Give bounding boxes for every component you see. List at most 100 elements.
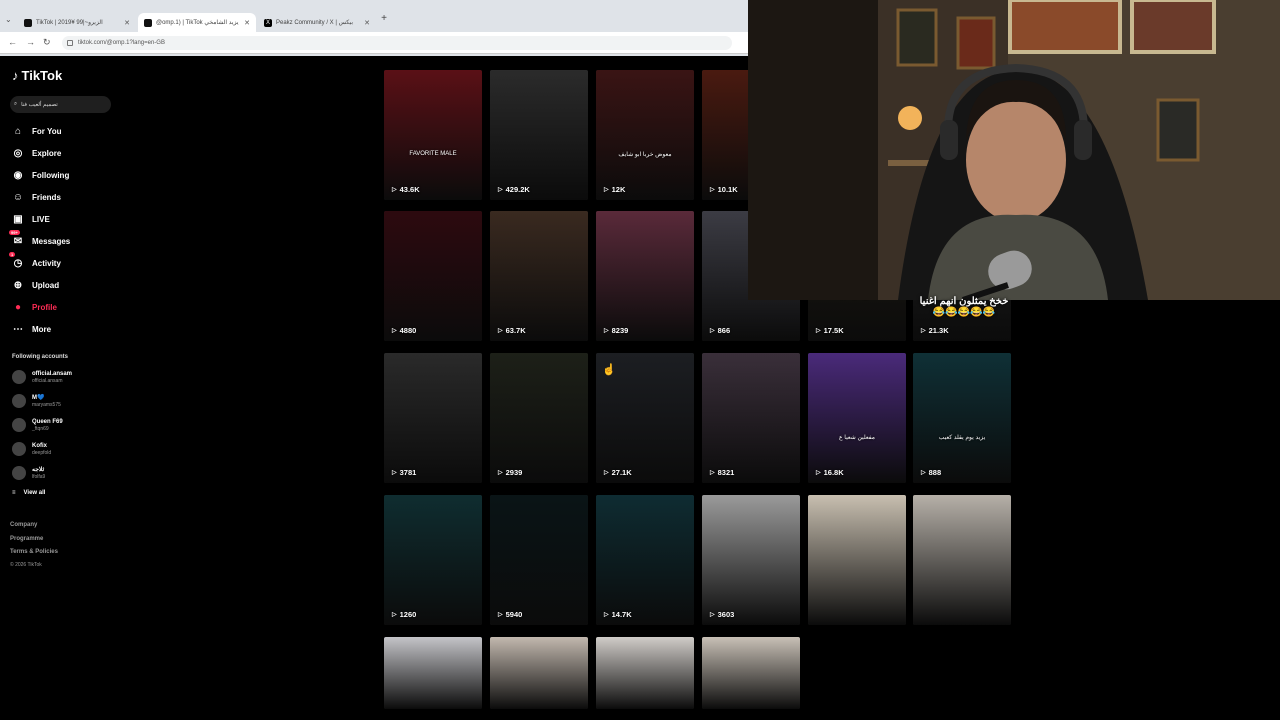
video-thumbnail <box>808 353 906 483</box>
tiktok-favicon-icon <box>144 18 152 27</box>
footer-terms[interactable]: Terms & Policies <box>10 549 58 555</box>
view-count-value: 5940 <box>505 610 523 619</box>
reload-icon[interactable]: ↻ <box>43 37 51 48</box>
mouse-cursor-icon: ☝ <box>602 364 616 376</box>
video-tile[interactable]: ▷ 4880 <box>384 211 482 341</box>
play-icon: ▷ <box>392 187 397 193</box>
following-account-item[interactable]: official.ansam official.ansam <box>12 370 72 384</box>
tab-2[interactable]: @omp.1) | TikTok يزيد الشامخي ✕ <box>138 13 256 32</box>
nav-item-messages[interactable]: ✉ 99+ Messages <box>9 230 70 247</box>
nav-item-for-you[interactable]: ⌂ For You <box>12 125 62 137</box>
video-tile[interactable]: ▷ 429.2K <box>490 70 588 200</box>
video-tile[interactable]: يزيد يوم يقلد كعيب ▷ 888 <box>913 353 1011 483</box>
video-tile[interactable]: ▷ 8239 <box>596 211 694 341</box>
following-account-item[interactable]: Queen F69 _ftqn69 <box>12 418 63 432</box>
play-icon: ▷ <box>710 612 715 618</box>
video-tile[interactable]: ▷ 14.7K <box>596 495 694 625</box>
following-account-item[interactable]: M💙 maryams575 <box>12 394 61 408</box>
view-count-value: 888 <box>928 468 942 477</box>
video-tile[interactable] <box>702 637 800 709</box>
nav-label: Profile <box>32 302 57 312</box>
video-tile[interactable]: ▷ 5940 <box>490 495 588 625</box>
webcam-overlay <box>748 0 1280 300</box>
video-tile[interactable]: معوض خربا ابو شايف ▷ 12K <box>596 70 694 200</box>
view-all-button[interactable]: ≡ View all <box>12 490 45 496</box>
play-icon: ▷ <box>498 328 503 334</box>
close-tab-icon[interactable]: ✕ <box>244 19 250 27</box>
video-tile[interactable] <box>913 495 1011 625</box>
video-thumbnail <box>384 211 482 341</box>
following-account-item[interactable]: ثلاجه lfolfa9 <box>12 466 45 480</box>
video-tile[interactable]: ▷ 3781 <box>384 353 482 483</box>
close-tab-icon[interactable]: ✕ <box>364 19 370 27</box>
avatar <box>12 418 26 432</box>
video-thumbnail <box>384 70 482 200</box>
view-count: ▷ 888 <box>921 468 941 477</box>
nav-item-more[interactable]: ⋯ More <box>12 323 51 335</box>
account-name: official.ansam <box>32 370 73 377</box>
people-icon: ☺ <box>12 191 24 203</box>
search-input[interactable]: ⌕ تصميم ألعيب فنا <box>10 96 111 113</box>
view-count-value: 4880 <box>399 326 417 335</box>
video-tile[interactable]: مفعلين شعيا ع ▷ 16.8K <box>808 353 906 483</box>
tiktok-logo[interactable]: ♪ TikTok <box>12 68 62 83</box>
view-count: ▷ 16.8K <box>816 468 844 477</box>
following-accounts-title: Following accounts <box>12 354 69 360</box>
nav-item-explore[interactable]: ◎ Explore <box>12 147 62 159</box>
list-icon: ≡ <box>12 490 16 496</box>
url-text: tiktok.com/@omp.1?lang=en-GB <box>78 40 165 46</box>
forward-icon[interactable]: → <box>26 37 35 47</box>
play-icon: ▷ <box>498 470 503 476</box>
nav-item-profile[interactable]: ● Profile <box>12 301 57 313</box>
video-tile[interactable] <box>490 637 588 709</box>
site-info-icon[interactable] <box>67 40 73 46</box>
back-icon[interactable]: ← <box>8 37 17 47</box>
tab-3[interactable]: X Peakz Community / X | بيكس ✕ <box>258 13 376 32</box>
video-tile[interactable] <box>596 637 694 709</box>
nav-item-upload[interactable]: ⊕ Upload <box>12 279 59 291</box>
nav-item-friends[interactable]: ☺ Friends <box>12 191 61 203</box>
view-count: ▷ 3603 <box>710 610 734 619</box>
footer-programme[interactable]: Programme <box>10 536 43 542</box>
play-icon: ▷ <box>604 470 609 476</box>
video-tile[interactable] <box>808 495 906 625</box>
tab-list-icon[interactable]: ⌄ <box>5 15 12 24</box>
compass-icon: ◎ <box>13 147 23 159</box>
nav-label: Activity <box>32 258 61 268</box>
new-tab-icon[interactable]: + <box>378 13 390 24</box>
nav-item-activity[interactable]: ◷ 1 Activity <box>9 252 61 269</box>
video-thumbnail <box>490 70 588 200</box>
video-tile[interactable]: ▷ 1260 <box>384 495 482 625</box>
avatar <box>12 442 26 456</box>
close-tab-icon[interactable]: ✕ <box>124 19 130 27</box>
view-count-value: 16.8K <box>823 468 844 477</box>
following-account-item[interactable]: Kofix deepfold <box>12 442 51 456</box>
video-tile[interactable]: ▷ 8321 <box>702 353 800 483</box>
view-count-value: 1260 <box>399 610 417 619</box>
view-count-value: 21.3K <box>928 326 949 335</box>
nav-item-live[interactable]: ▣ LIVE <box>12 213 50 225</box>
footer-company[interactable]: Company <box>10 522 37 528</box>
play-icon: ▷ <box>498 187 503 193</box>
x-favicon-icon: X <box>264 18 272 27</box>
video-thumbnail <box>384 353 482 483</box>
video-tile[interactable]: ▷ 63.7K <box>490 211 588 341</box>
video-tile[interactable]: ▷ 2939 <box>490 353 588 483</box>
nav-label: LIVE <box>32 214 50 224</box>
video-thumbnail <box>702 637 800 709</box>
url-field[interactable]: tiktok.com/@omp.1?lang=en-GB <box>62 36 732 50</box>
nav-item-following[interactable]: ◉ Following <box>12 169 70 181</box>
video-tile[interactable]: ▷ 3603 <box>702 495 800 625</box>
video-thumbnail <box>596 70 694 200</box>
video-tile[interactable]: FAVORITE MALE ▷ 43.6K <box>384 70 482 200</box>
video-thumbnail <box>490 637 588 709</box>
video-thumbnail <box>490 211 588 341</box>
view-count: ▷ 8239 <box>604 326 628 335</box>
view-count: ▷ 3781 <box>392 468 416 477</box>
tab-1[interactable]: TikTok | 2019¥ 99|~الزيرو ✕ <box>18 13 136 32</box>
browser-chrome: ⌄ TikTok | 2019¥ 99|~الزيرو ✕ @omp.1) | … <box>0 0 748 56</box>
play-icon: ▷ <box>604 328 609 334</box>
activity-icon: ◷ 1 <box>9 252 23 269</box>
video-tile[interactable] <box>384 637 482 709</box>
video-caption: مفعلين شعيا ع <box>839 434 875 441</box>
